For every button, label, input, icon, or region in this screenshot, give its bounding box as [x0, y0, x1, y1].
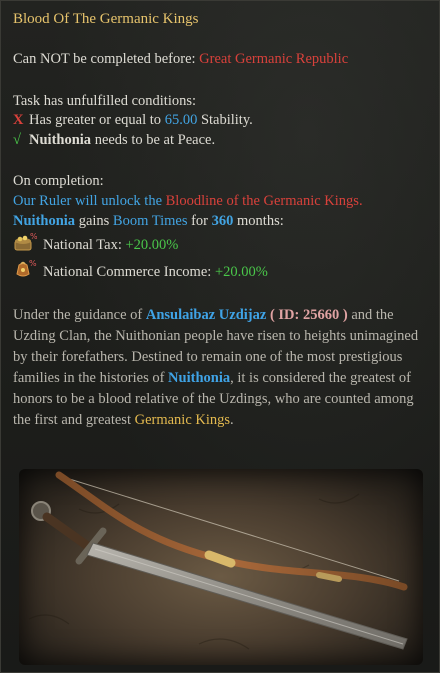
prereq-prefix: Can NOT be completed before:: [13, 51, 200, 67]
national-tax-icon: %: [13, 232, 38, 251]
country-name[interactable]: Nuithonia: [29, 132, 91, 148]
svg-text:%: %: [30, 232, 37, 241]
mission-description: Under the guidance of Ansulaibaz Uzdijaz…: [13, 307, 419, 428]
ruler-name[interactable]: Ansulaibaz Uzdijaz: [146, 307, 266, 323]
bloodline-link[interactable]: Bloodline of the Germanic Kings: [166, 193, 359, 209]
svg-text:%: %: [29, 259, 37, 268]
modifier-national-tax: % National Tax: +20.00%: [13, 232, 178, 255]
tooltip-title: Blood Of The Germanic Kings: [13, 11, 199, 27]
stability-value: 65.00: [164, 112, 198, 128]
germanic-kings-link[interactable]: Germanic Kings: [135, 412, 230, 428]
condition-stability: X Has greater or equal to 65.00 Stability…: [13, 112, 253, 128]
months-value: 360: [211, 213, 234, 229]
bow-and-sword-illustration: [19, 469, 423, 665]
modifier-commerce-income: % National Commerce Income: +20.00%: [13, 259, 268, 282]
country-name[interactable]: Nuithonia: [168, 370, 230, 386]
mission-tooltip: Blood Of The Germanic Kings Can NOT be c…: [0, 0, 440, 673]
prerequisite-line: Can NOT be completed before: Great Germa…: [13, 49, 348, 69]
ruler-id: ( ID: 25660 ): [269, 307, 348, 323]
completion-boom-times: Nuithonia gains Boom Times for 360 month…: [13, 213, 284, 229]
check-icon: √: [13, 132, 21, 148]
cross-icon: X: [13, 112, 24, 128]
completion-header: On completion:: [13, 173, 104, 189]
country-name[interactable]: Nuithonia: [13, 213, 75, 229]
condition-peace: √ Nuithonia needs to be at Peace.: [13, 132, 216, 148]
boom-times-modifier[interactable]: Boom Times: [113, 213, 188, 229]
conditions-header: Task has unfulfilled conditions:: [13, 93, 197, 109]
prereq-target[interactable]: Great Germanic Republic: [199, 51, 348, 67]
completion-bloodline: Our Ruler will unlock the Bloodline of t…: [13, 193, 363, 209]
commerce-income-icon: %: [13, 259, 37, 277]
